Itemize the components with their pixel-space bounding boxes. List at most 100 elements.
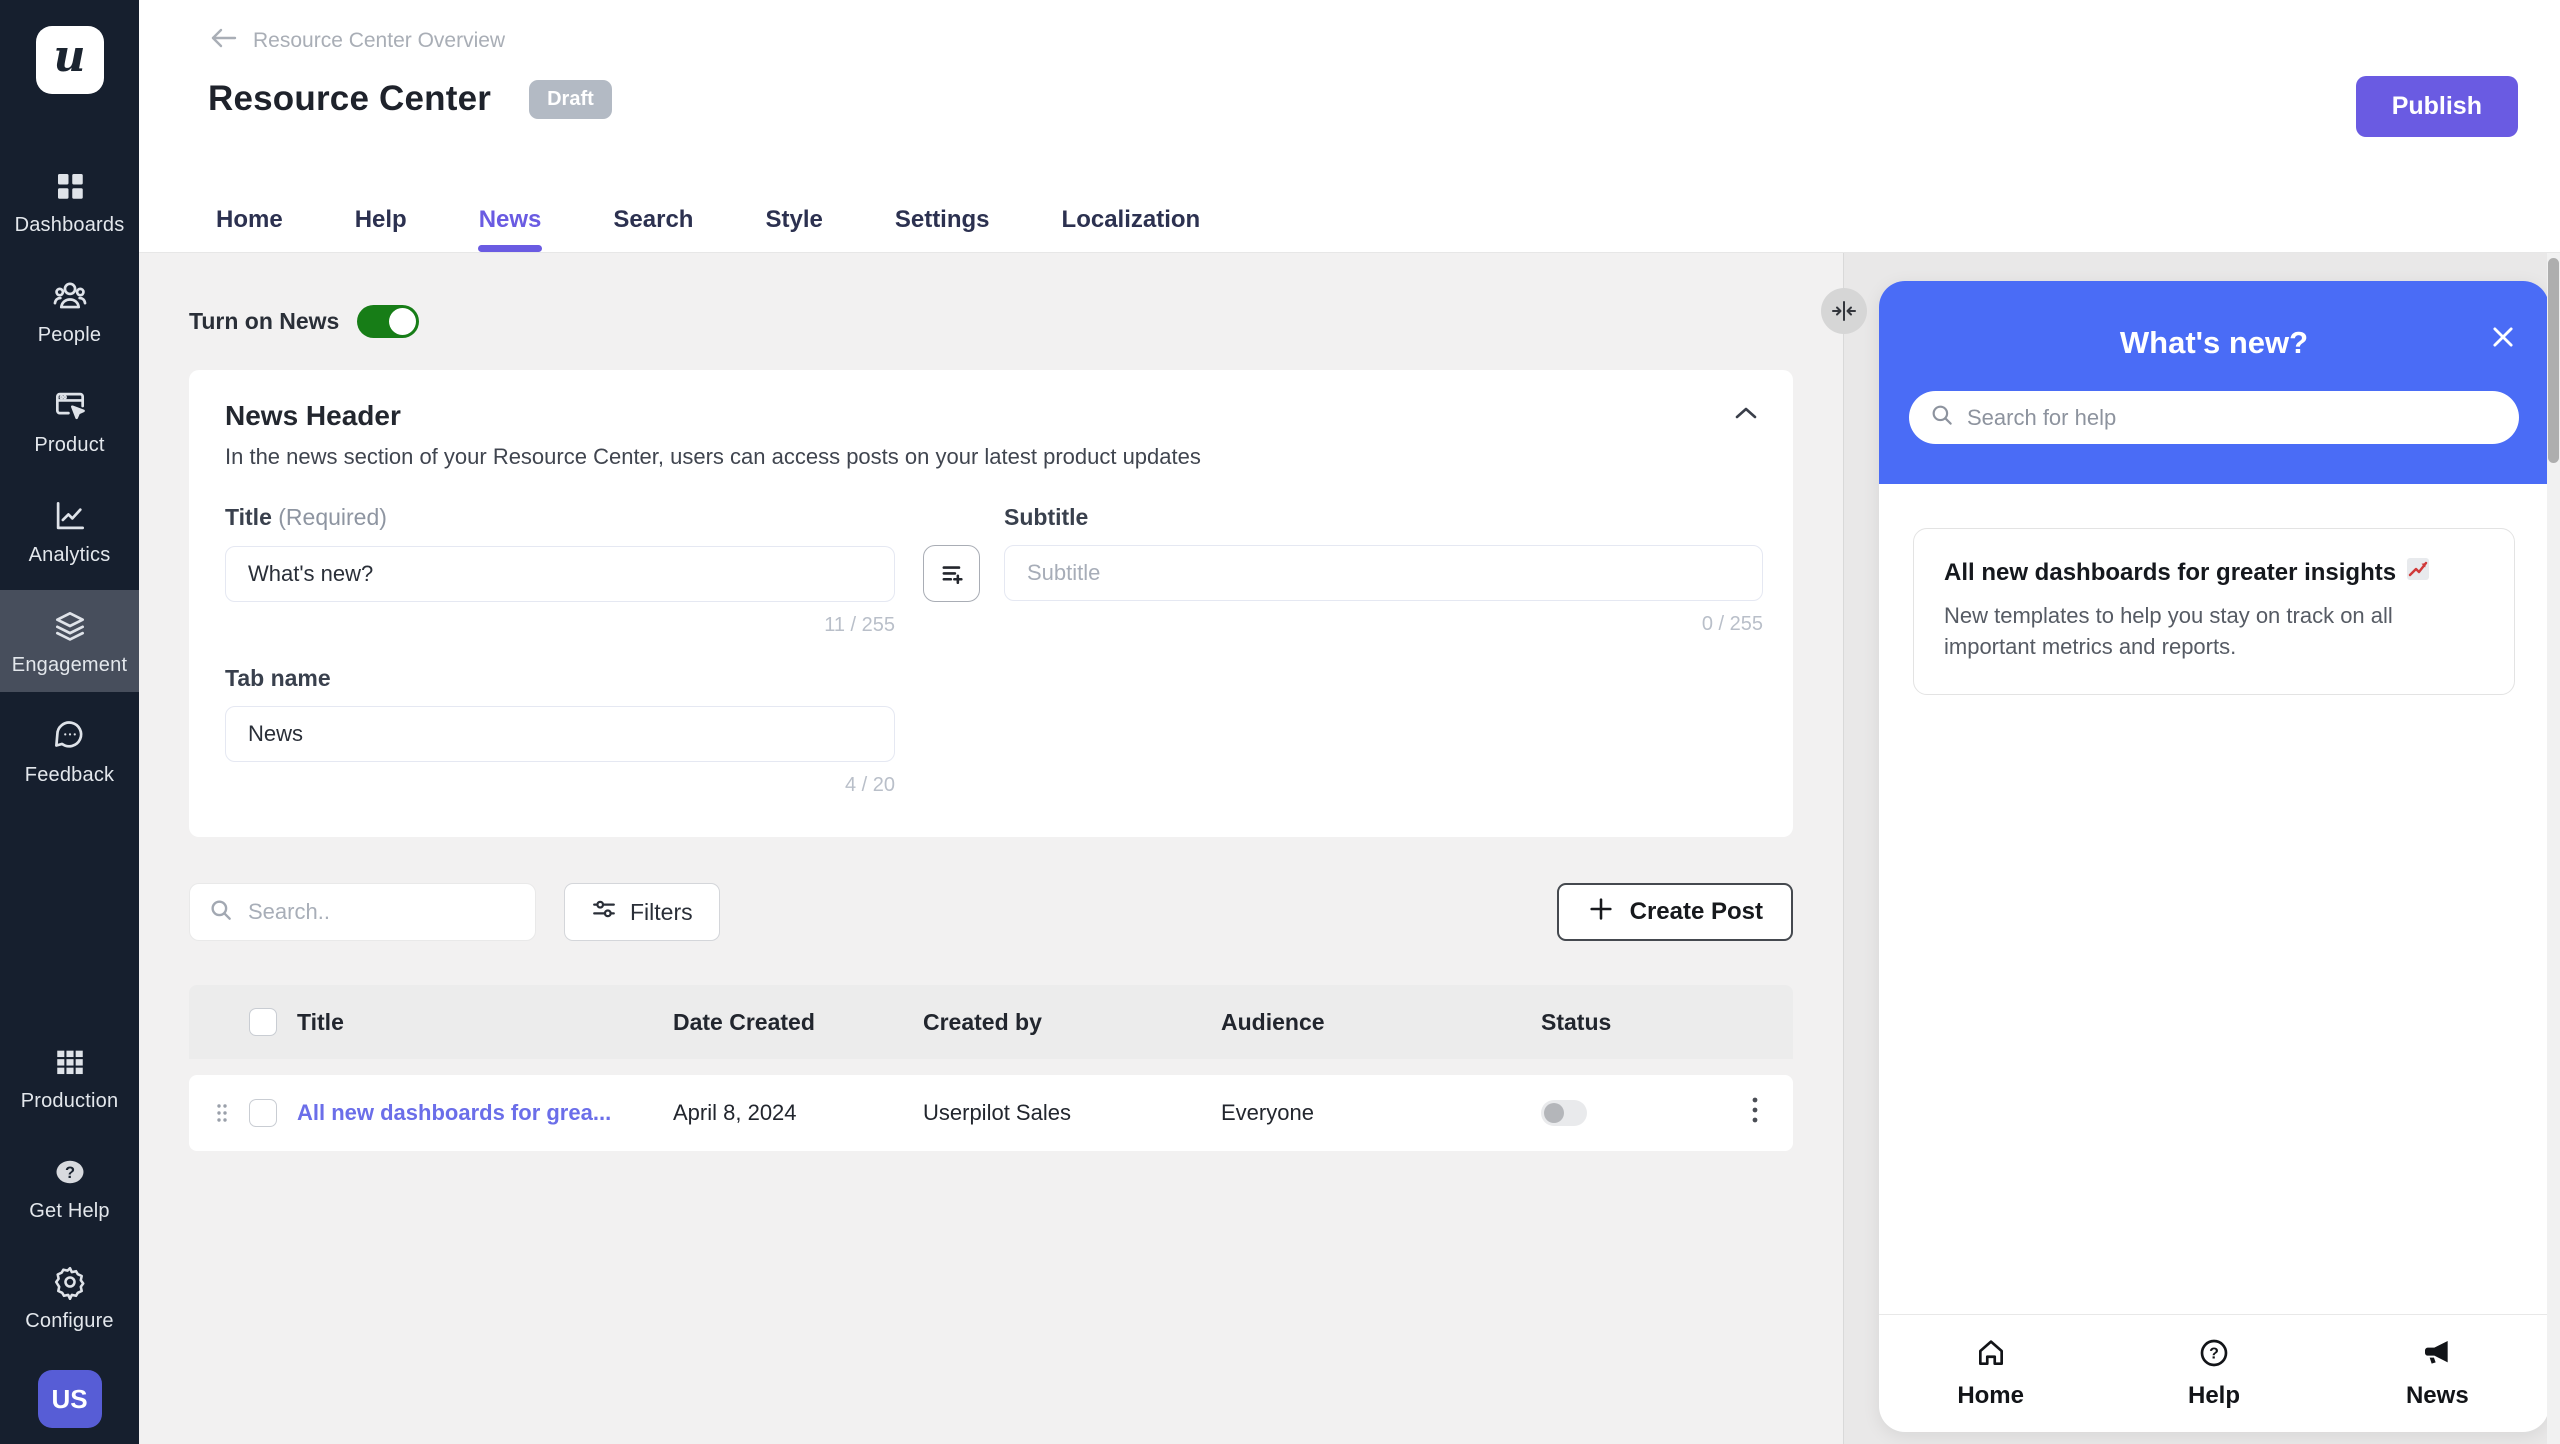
app-root: u Dashboards People Product Analytics [0, 0, 2560, 1444]
sidebar-item-people[interactable]: People [0, 260, 139, 362]
product-icon [51, 387, 89, 425]
tab-news[interactable]: News [443, 188, 578, 252]
chart-increasing-emoji [2406, 557, 2430, 588]
sidebar-item-label: Get Help [29, 1200, 110, 1223]
sidebar-item-production[interactable]: Production [0, 1026, 139, 1128]
tab-name-field-label: Tab name [225, 665, 331, 691]
column-header-created-by: Created by [923, 1009, 1221, 1036]
toggle-knob [1544, 1103, 1564, 1123]
title-char-count: 11 / 255 [225, 614, 895, 637]
news-post-title: All new dashboards for greater insights [1944, 559, 2396, 587]
widget-body: All new dashboards for greater insights … [1879, 484, 2549, 1314]
post-status-toggle[interactable] [1541, 1100, 1587, 1126]
toggle-knob [389, 308, 416, 335]
dashboards-icon [51, 167, 89, 205]
kebab-menu-icon[interactable] [1743, 1091, 1767, 1135]
posts-search-box [189, 883, 536, 941]
widget-search-input[interactable] [1967, 405, 2499, 431]
gear-icon [51, 1263, 89, 1301]
column-header-status: Status [1541, 1009, 1731, 1036]
sidebar-item-configure[interactable]: Configure [0, 1246, 139, 1348]
filters-icon [591, 896, 617, 928]
drag-handle-icon[interactable] [215, 1101, 249, 1125]
create-post-label: Create Post [1630, 898, 1763, 926]
filters-button[interactable]: Filters [564, 883, 720, 941]
page-header: Resource Center Overview Resource Center… [139, 0, 2560, 253]
title-field-block: Title (Required) 11 / 255 [225, 504, 982, 637]
back-arrow-icon[interactable] [208, 26, 238, 55]
posts-table: Title Date Created Created by Audience S… [189, 985, 1793, 1151]
sidebar-item-get-help[interactable]: ? Get Help [0, 1136, 139, 1238]
subtitle-field-block: Subtitle 0 / 255 [1004, 504, 1763, 637]
title-input[interactable] [225, 546, 895, 602]
add-translation-button[interactable] [923, 545, 980, 602]
tab-help[interactable]: Help [319, 188, 443, 252]
widget-nav-label: Home [1957, 1382, 2024, 1410]
cell-audience: Everyone [1221, 1100, 1541, 1126]
posts-toolbar: Filters Create Post [189, 883, 1793, 941]
userpilot-logo[interactable]: u [36, 26, 104, 94]
tab-name-input[interactable] [225, 706, 895, 762]
sidebar-item-engagement[interactable]: Engagement [0, 590, 139, 692]
table-header-row: Title Date Created Created by Audience S… [189, 985, 1793, 1059]
megaphone-icon [2421, 1337, 2453, 1374]
home-icon [1975, 1337, 2007, 1374]
sidebar-item-label: Analytics [29, 544, 111, 567]
tab-bar: Home Help News Search Style Settings Loc… [180, 188, 1236, 252]
subtitle-input[interactable] [1004, 545, 1763, 601]
sidebar-item-feedback[interactable]: Feedback [0, 700, 139, 802]
card-description: In the news section of your Resource Cen… [225, 444, 1757, 470]
resource-center-widget-preview: What's new? [1879, 281, 2549, 1432]
production-grid-icon [51, 1043, 89, 1081]
question-circle-icon: ? [51, 1153, 89, 1191]
close-icon[interactable] [2489, 323, 2517, 356]
scrollbar-thumb[interactable] [2548, 258, 2559, 463]
card-title: News Header [225, 400, 1757, 432]
tab-localization[interactable]: Localization [1026, 188, 1237, 252]
column-header-date-created: Date Created [673, 1009, 923, 1036]
sidebar-item-dashboards[interactable]: Dashboards [0, 150, 139, 252]
preview-area: What's new? [1843, 253, 2560, 1444]
posts-search-input[interactable] [248, 899, 517, 925]
widget-nav-news[interactable]: News [2326, 1315, 2549, 1432]
sidebar-item-label: Dashboards [15, 214, 125, 237]
chevron-up-icon[interactable] [1733, 404, 1759, 427]
breadcrumb[interactable]: Resource Center Overview [208, 0, 505, 55]
svg-text:?: ? [64, 1164, 74, 1182]
status-badge: Draft [529, 80, 612, 119]
scrollbar-track [2547, 253, 2560, 1444]
create-post-button[interactable]: Create Post [1557, 883, 1793, 941]
filters-label: Filters [630, 899, 693, 926]
search-icon [208, 897, 234, 928]
widget-title: What's new? [1909, 325, 2519, 361]
svg-text:?: ? [2209, 1346, 2219, 1363]
publish-button[interactable]: Publish [2356, 76, 2518, 137]
turn-on-news-toggle[interactable] [357, 305, 419, 338]
cell-created-by: Userpilot Sales [923, 1100, 1221, 1126]
sidebar-item-label: Configure [25, 1310, 114, 1333]
analytics-icon [51, 497, 89, 535]
sidebar-item-analytics[interactable]: Analytics [0, 480, 139, 582]
people-icon [51, 277, 89, 315]
tab-home[interactable]: Home [180, 188, 319, 252]
tab-name-field-block: Tab name 4 / 20 [225, 665, 1757, 797]
tab-style[interactable]: Style [729, 188, 858, 252]
main-column: Resource Center Overview Resource Center… [139, 0, 2560, 1444]
row-checkbox[interactable] [249, 1099, 277, 1127]
sidebar-item-product[interactable]: Product [0, 370, 139, 472]
widget-nav-help[interactable]: ? Help [2102, 1315, 2325, 1432]
table-row: All new dashboards for grea... April 8, … [189, 1075, 1793, 1151]
turn-on-news-label: Turn on News [189, 308, 339, 335]
page-title: Resource Center [208, 79, 491, 119]
news-post-card[interactable]: All new dashboards for greater insights … [1913, 528, 2515, 695]
post-title-link[interactable]: All new dashboards for grea... [297, 1100, 673, 1126]
search-icon [1929, 402, 1955, 433]
collapse-panel-button[interactable] [1821, 288, 1867, 334]
widget-nav-home[interactable]: Home [1879, 1315, 2102, 1432]
tab-settings[interactable]: Settings [859, 188, 1026, 252]
user-avatar[interactable]: US [38, 1370, 102, 1428]
column-header-title: Title [297, 1009, 673, 1036]
widget-search-box [1909, 391, 2519, 444]
select-all-checkbox[interactable] [249, 1008, 277, 1036]
tab-search[interactable]: Search [577, 188, 729, 252]
